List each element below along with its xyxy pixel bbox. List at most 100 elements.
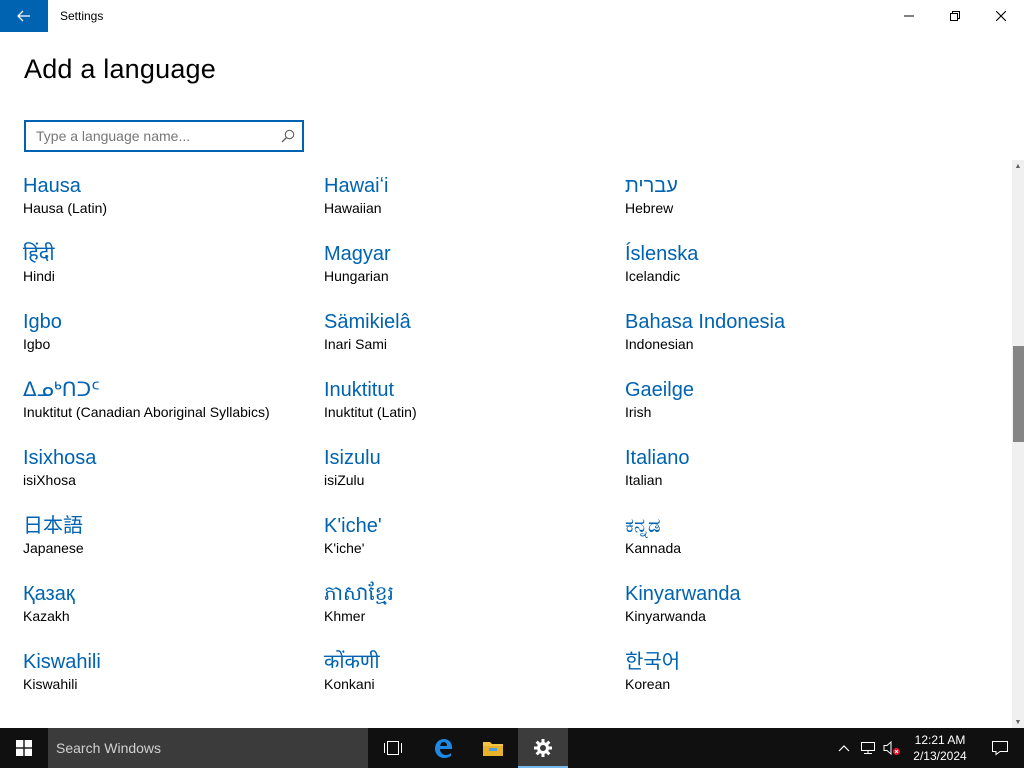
gear-icon [534, 739, 552, 757]
title-bar: Settings [0, 0, 1024, 32]
language-item[interactable]: ᐃᓄᒃᑎᑐᑦ Inuktitut (Canadian Aboriginal Syl… [23, 378, 318, 438]
language-native-name: Kiswahili [23, 651, 101, 673]
language-english-name: Inuktitut (Canadian Aboriginal Syllabics… [23, 404, 270, 420]
start-button[interactable] [0, 728, 48, 768]
language-native-name: ភាសាខ្មែរ [324, 583, 394, 605]
taskbar-search-box[interactable]: Search Windows [48, 728, 368, 768]
language-english-name: Korean [625, 676, 671, 692]
language-item[interactable]: Magyar Hungarian [324, 242, 619, 302]
page-title: Add a language [24, 54, 216, 84]
action-center-button[interactable] [976, 728, 1024, 768]
minimize-icon [904, 15, 914, 17]
language-native-name: ᐃᓄᒃᑎᑐᑦ [23, 379, 100, 401]
language-english-name: Kiswahili [23, 676, 78, 692]
minimize-button[interactable] [886, 0, 932, 32]
volume-button[interactable] [880, 728, 904, 768]
language-item[interactable]: Isixhosa isiXhosa [23, 446, 318, 506]
file-explorer-button[interactable] [468, 728, 518, 768]
taskbar-search-placeholder: Search Windows [56, 740, 162, 756]
show-hidden-icons-button[interactable] [832, 728, 856, 768]
language-native-name: Italiano [625, 447, 690, 469]
back-arrow-icon [17, 10, 30, 22]
language-english-name: isiZulu [324, 472, 365, 488]
language-item[interactable]: हिंदी Hindi [23, 242, 318, 302]
folder-icon [483, 742, 503, 756]
language-native-name: Inuktitut [324, 379, 395, 401]
scroll-thumb[interactable] [1013, 346, 1024, 442]
restore-icon [950, 11, 960, 21]
language-item[interactable]: 日本語 Japanese [23, 514, 318, 574]
language-item[interactable]: K'iche' K'iche' [324, 514, 619, 574]
window-controls [886, 0, 1024, 32]
close-button[interactable] [978, 0, 1024, 32]
search-icon[interactable] [274, 122, 302, 150]
language-item[interactable]: Isizulu isiZulu [324, 446, 619, 506]
language-item[interactable]: Hawaiʻi Hawaiian [324, 174, 619, 234]
language-native-name: Bahasa Indonesia [625, 311, 786, 333]
language-english-name: Indonesian [625, 336, 694, 352]
language-item[interactable]: Sämikielâ Inari Sami [324, 310, 619, 370]
language-native-name: K'iche' [324, 515, 382, 537]
language-english-name: isiXhosa [23, 472, 76, 488]
language-native-name: עברית [625, 175, 678, 197]
language-native-name: Magyar [324, 243, 391, 265]
task-view-icon [384, 741, 402, 755]
language-item[interactable]: 한국어 Korean [625, 650, 920, 710]
language-item[interactable]: Italiano Italian [625, 446, 920, 506]
notification-icon [992, 741, 1008, 756]
network-button[interactable] [856, 728, 880, 768]
network-icon [861, 742, 875, 754]
windows-logo-icon [16, 740, 32, 756]
language-native-name: Isizulu [324, 447, 381, 469]
language-search-input[interactable] [26, 122, 274, 150]
language-item[interactable]: Kinyarwanda Kinyarwanda [625, 582, 920, 642]
back-button[interactable] [0, 0, 48, 32]
language-item[interactable]: ភាសាខ្មែរ Khmer [324, 582, 619, 642]
language-native-name: हिंदी [23, 243, 55, 265]
language-native-name: Sämikielâ [324, 311, 411, 333]
language-item[interactable]: ಕನ್ನಡ Kannada [625, 514, 920, 574]
window-title: Settings [60, 9, 104, 23]
vertical-scrollbar[interactable]: ▲ ▼ [1012, 160, 1024, 728]
edge-browser-button[interactable] [418, 728, 468, 768]
language-item[interactable]: Bahasa Indonesia Indonesian [625, 310, 920, 370]
language-item[interactable]: Hausa Hausa (Latin) [23, 174, 318, 234]
taskbar-clock[interactable]: 12:21 AM 2/13/2024 [904, 732, 976, 764]
language-english-name: Icelandic [625, 268, 681, 284]
scroll-up-icon[interactable]: ▲ [1012, 160, 1024, 172]
language-native-name: Hawaiʻi [324, 175, 389, 197]
language-english-name: Hawaiian [324, 200, 382, 216]
language-native-name: Қазақ [23, 583, 75, 605]
language-native-name: कोंकणी [324, 651, 380, 673]
language-english-name: Hindi [23, 268, 55, 284]
language-item[interactable]: Gaeilge Irish [625, 378, 920, 438]
language-english-name: Hebrew [625, 200, 674, 216]
language-native-name: Hausa [23, 175, 81, 197]
scroll-down-icon[interactable]: ▼ [1012, 716, 1024, 728]
edge-browser-icon [435, 739, 452, 758]
chevron-up-icon [838, 745, 850, 752]
language-english-name: Kinyarwanda [625, 608, 706, 624]
task-view-button[interactable] [368, 728, 418, 768]
language-item[interactable]: Igbo Igbo [23, 310, 318, 370]
clock-time: 12:21 AM [914, 733, 966, 747]
language-english-name: Khmer [324, 608, 366, 624]
language-item[interactable]: Қазақ Kazakh [23, 582, 318, 642]
language-item[interactable]: Inuktitut Inuktitut (Latin) [324, 378, 619, 438]
language-item[interactable]: עברית Hebrew [625, 174, 920, 234]
language-english-name: Kannada [625, 540, 682, 556]
language-item[interactable]: Kiswahili Kiswahili [23, 650, 318, 710]
language-english-name: Japanese [23, 540, 84, 556]
language-english-name: Inuktitut (Latin) [324, 404, 417, 420]
language-english-name: Konkani [324, 676, 375, 692]
language-native-name: ಕನ್ನಡ [625, 515, 661, 537]
language-search-box[interactable] [24, 120, 304, 152]
system-tray: 12:21 AM 2/13/2024 [832, 728, 1024, 768]
language-native-name: Igbo [23, 311, 62, 333]
language-list: Hausa Hausa (Latin) Hawaiʻi Hawaiian עברית… [0, 164, 1012, 728]
restore-button[interactable] [932, 0, 978, 32]
settings-app-button[interactable] [518, 728, 568, 768]
language-item[interactable]: Íslenska Icelandic [625, 242, 920, 302]
language-item[interactable]: कोंकणी Konkani [324, 650, 619, 710]
language-native-name: Gaeilge [625, 379, 694, 401]
